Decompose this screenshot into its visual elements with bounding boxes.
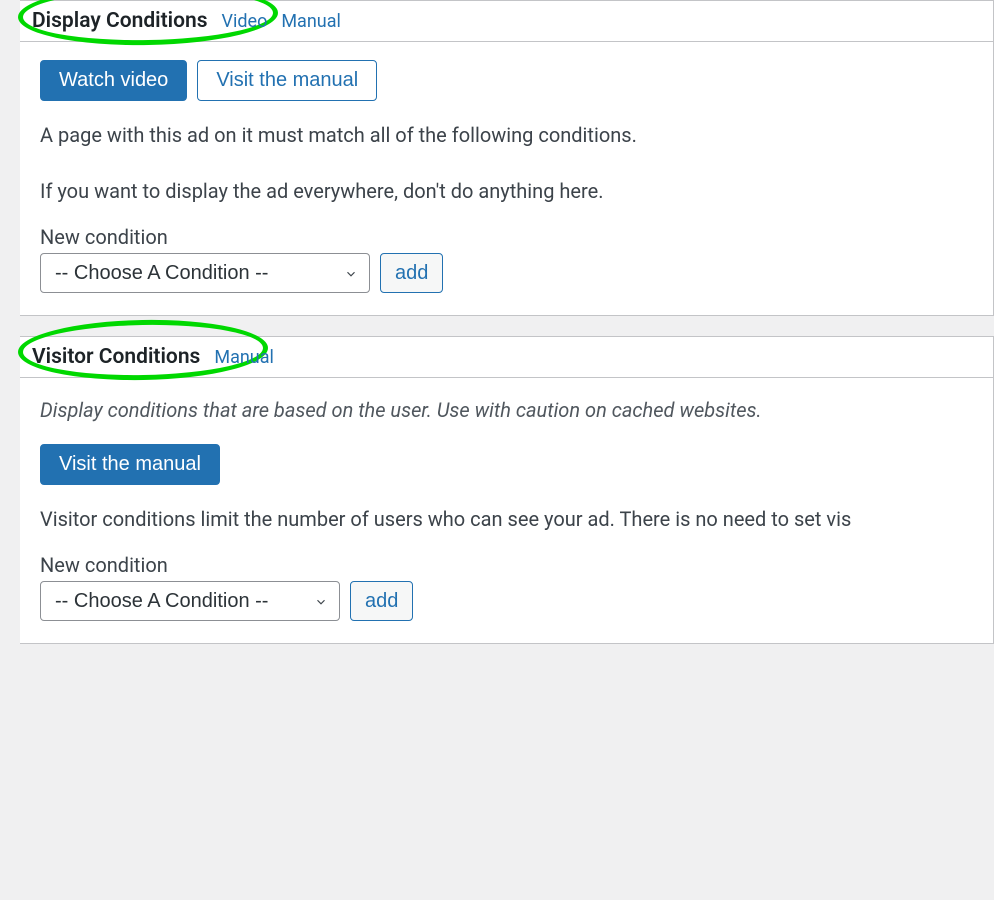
button-row: Visit the manual bbox=[40, 444, 973, 485]
panel-header: Visitor Conditions Manual bbox=[20, 337, 993, 378]
visit-manual-button[interactable]: Visit the manual bbox=[40, 444, 220, 485]
new-condition-label: New condition bbox=[40, 553, 973, 577]
hint-text: If you want to display the ad everywhere… bbox=[40, 177, 973, 205]
description-text: Visitor conditions limit the number of u… bbox=[40, 505, 973, 533]
manual-link[interactable]: Manual bbox=[214, 347, 274, 368]
condition-select[interactable]: -- Choose A Condition -- bbox=[40, 581, 340, 621]
display-conditions-title: Display Conditions bbox=[32, 9, 208, 33]
display-conditions-panel: Display Conditions Video Manual Watch vi… bbox=[20, 0, 994, 316]
video-link[interactable]: Video bbox=[222, 11, 268, 32]
watch-video-button[interactable]: Watch video bbox=[40, 60, 187, 101]
panel-body: Display conditions that are based on the… bbox=[20, 378, 993, 643]
button-row: Watch video Visit the manual bbox=[40, 60, 973, 101]
add-condition-button[interactable]: add bbox=[380, 253, 443, 293]
visitor-conditions-panel: Visitor Conditions Manual Display condit… bbox=[20, 336, 994, 644]
manual-link[interactable]: Manual bbox=[281, 11, 341, 32]
condition-input-row: -- Choose A Condition -- add bbox=[40, 581, 973, 621]
visit-manual-button[interactable]: Visit the manual bbox=[197, 60, 377, 101]
condition-select-wrap: -- Choose A Condition -- bbox=[40, 253, 370, 293]
panel-body: Watch video Visit the manual A page with… bbox=[20, 42, 993, 315]
add-condition-button[interactable]: add bbox=[350, 581, 413, 621]
panel-header: Display Conditions Video Manual bbox=[20, 1, 993, 42]
condition-select[interactable]: -- Choose A Condition -- bbox=[40, 253, 370, 293]
condition-select-wrap: -- Choose A Condition -- bbox=[40, 581, 340, 621]
description-text: A page with this ad on it must match all… bbox=[40, 121, 973, 149]
intro-text: Display conditions that are based on the… bbox=[40, 396, 973, 424]
visitor-conditions-title: Visitor Conditions bbox=[32, 345, 200, 369]
new-condition-label: New condition bbox=[40, 225, 973, 249]
condition-input-row: -- Choose A Condition -- add bbox=[40, 253, 973, 293]
